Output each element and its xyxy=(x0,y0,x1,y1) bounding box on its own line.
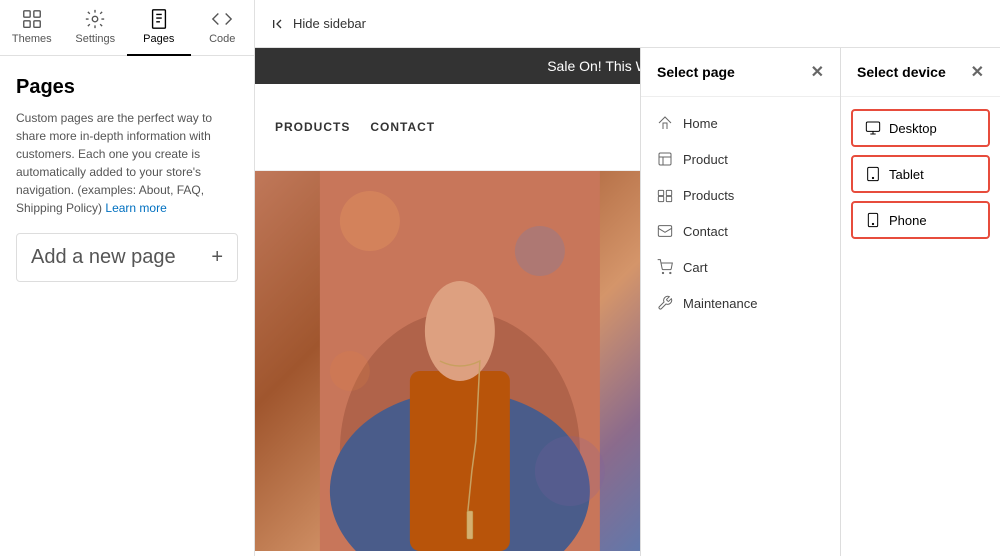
toolbar-themes-label: Themes xyxy=(12,33,52,45)
device-phone[interactable]: Phone xyxy=(851,201,990,239)
nav-link-products[interactable]: PRODUCTS xyxy=(275,120,350,134)
page-item-product-label: Product xyxy=(683,152,728,167)
device-tablet[interactable]: Tablet xyxy=(851,155,990,193)
toolbar-code-label: Code xyxy=(209,33,235,45)
hide-sidebar-button[interactable]: Hide sidebar xyxy=(271,16,366,32)
hide-sidebar-icon xyxy=(271,16,287,32)
select-page-title: Select page xyxy=(657,64,735,80)
toolbar-settings-label: Settings xyxy=(75,33,115,45)
select-device-title: Select device xyxy=(857,64,946,80)
product-image xyxy=(255,171,665,551)
device-tablet-label: Tablet xyxy=(889,167,924,182)
phone-icon xyxy=(865,212,881,228)
tablet-icon xyxy=(865,166,881,182)
page-item-contact[interactable]: Contact xyxy=(641,213,840,249)
page-item-products[interactable]: Products xyxy=(641,177,840,213)
page-item-maintenance-label: Maintenance xyxy=(683,296,757,311)
page-item-contact-label: Contact xyxy=(683,224,728,239)
cart-page-icon xyxy=(657,259,673,275)
main-content: Sale On! This Week Only! PRODUCTS CONTAC… xyxy=(255,48,1000,556)
select-page-header: Select page ✕ xyxy=(641,48,840,97)
select-device-header: Select device ✕ xyxy=(841,48,1000,97)
main-toolbar: Themes Settings Pages Code xyxy=(0,0,254,56)
nav-links: PRODUCTS CONTACT xyxy=(275,120,435,134)
select-page-close-button[interactable]: ✕ xyxy=(811,62,824,82)
nav-link-contact[interactable]: CONTACT xyxy=(370,120,435,134)
select-device-panel: Select device ✕ Desktop xyxy=(840,48,1000,556)
page-item-maintenance[interactable]: Maintenance xyxy=(641,285,840,321)
product-photo xyxy=(255,171,665,551)
device-list: Desktop Tablet xyxy=(841,97,1000,251)
device-desktop-label: Desktop xyxy=(889,121,937,136)
hide-sidebar-label: Hide sidebar xyxy=(293,16,366,31)
toolbar-code[interactable]: Code xyxy=(191,0,255,56)
toolbar-themes[interactable]: Themes xyxy=(0,0,64,56)
page-item-products-label: Products xyxy=(683,188,734,203)
toolbar-pages-label: Pages xyxy=(143,33,174,45)
desktop-icon xyxy=(865,120,881,136)
main-area: Hide sidebar Sale On! This Week Only! PR… xyxy=(255,0,1000,556)
left-sidebar: Themes Settings Pages Code Pages Cu xyxy=(0,0,255,556)
page-item-product[interactable]: Product xyxy=(641,141,840,177)
add-page-label: Add a new page xyxy=(31,246,176,269)
page-item-home[interactable]: Home xyxy=(641,105,840,141)
add-page-button[interactable]: Add a new page + xyxy=(16,233,238,282)
add-page-plus-icon: + xyxy=(211,246,223,269)
products-page-icon xyxy=(657,187,673,203)
page-item-home-label: Home xyxy=(683,116,718,131)
home-icon xyxy=(657,115,673,131)
page-item-cart-label: Cart xyxy=(683,260,708,275)
pages-content: Pages Custom pages are the perfect way t… xyxy=(0,56,254,556)
page-list: Home Product xyxy=(641,97,840,329)
pages-description: Custom pages are the perfect way to shar… xyxy=(16,109,238,217)
select-page-panel: Select page ✕ Home xyxy=(640,48,840,556)
device-desktop[interactable]: Desktop xyxy=(851,109,990,147)
main-topbar: Hide sidebar xyxy=(255,0,1000,48)
page-item-cart[interactable]: Cart xyxy=(641,249,840,285)
right-panel: Select page ✕ Home xyxy=(640,48,1000,556)
learn-more-link[interactable]: Learn more xyxy=(105,201,166,215)
pages-title: Pages xyxy=(16,76,238,99)
toolbar-settings[interactable]: Settings xyxy=(64,0,128,56)
product-page-icon xyxy=(657,151,673,167)
contact-page-icon xyxy=(657,223,673,239)
maintenance-page-icon xyxy=(657,295,673,311)
select-device-close-button[interactable]: ✕ xyxy=(971,62,984,82)
toolbar-pages[interactable]: Pages xyxy=(127,0,191,56)
device-phone-label: Phone xyxy=(889,213,927,228)
